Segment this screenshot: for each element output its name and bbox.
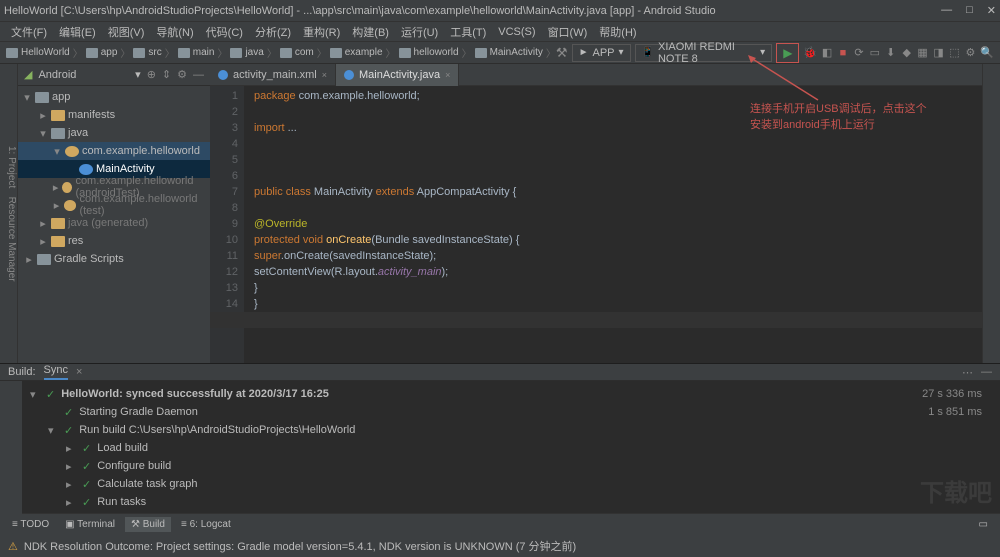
- sync-icon[interactable]: ⟳: [853, 46, 865, 60]
- crumb[interactable]: HelloWorld: [21, 47, 70, 58]
- build-gutter: [0, 381, 22, 515]
- panel-menu-icon[interactable]: ⋯: [962, 366, 973, 379]
- close-icon[interactable]: ×: [445, 70, 450, 80]
- target-icon[interactable]: ⊕: [147, 68, 156, 81]
- run-config-dropdown[interactable]: ► APP ▾: [572, 44, 631, 62]
- bottom-tabs: ≡ TODO ▣ Terminal ⚒ Build ≡ 6: Logcat ▭: [0, 513, 1000, 535]
- sync-tab[interactable]: Sync: [44, 364, 68, 380]
- gear-icon[interactable]: ⚙: [177, 68, 187, 81]
- tree-node[interactable]: ▸res: [18, 232, 210, 250]
- menu-item[interactable]: VCS(S): [493, 24, 540, 40]
- avd-icon[interactable]: ▭: [869, 46, 881, 60]
- menu-item[interactable]: 导航(N): [151, 22, 198, 42]
- minimize-icon[interactable]: —: [941, 4, 952, 17]
- t5-icon[interactable]: ⚙: [964, 46, 976, 60]
- build-log[interactable]: ▾✓HelloWorld: synced successfully at 202…: [22, 381, 1000, 515]
- t2-icon[interactable]: ▦: [917, 46, 929, 60]
- menu-item[interactable]: 构建(B): [347, 22, 394, 42]
- hammer-icon[interactable]: ⚒: [556, 45, 568, 61]
- hide-icon[interactable]: —: [193, 69, 204, 81]
- t4-icon[interactable]: ⬚: [949, 46, 961, 60]
- close-icon[interactable]: ×: [322, 70, 327, 80]
- crumb[interactable]: example: [345, 47, 383, 58]
- crumb[interactable]: com: [295, 47, 314, 58]
- menu-item[interactable]: 工具(T): [445, 22, 491, 42]
- menu-item[interactable]: 编辑(E): [54, 22, 101, 42]
- event-log[interactable]: ▭: [973, 517, 994, 532]
- tree-root[interactable]: ▾app: [18, 88, 210, 106]
- stop-icon[interactable]: ■: [837, 46, 849, 60]
- tree-node[interactable]: ▾java: [18, 124, 210, 142]
- breadcrumb: HelloWorld〉app〉src〉main〉java〉com〉example…: [6, 45, 556, 60]
- menu-item[interactable]: 分析(Z): [250, 22, 296, 42]
- right-gutter[interactable]: [982, 64, 1000, 363]
- t3-icon[interactable]: ◨: [933, 46, 945, 60]
- maximize-icon[interactable]: □: [966, 4, 973, 17]
- crumb[interactable]: main: [193, 47, 215, 58]
- menu-item[interactable]: 帮助(H): [594, 22, 641, 42]
- menu-item[interactable]: 重构(R): [298, 22, 345, 42]
- build-body: ▾✓HelloWorld: synced successfully at 202…: [0, 381, 1000, 515]
- crumb[interactable]: java: [245, 47, 263, 58]
- search-icon[interactable]: 🔍: [980, 46, 994, 60]
- crumb[interactable]: MainActivity: [490, 47, 543, 58]
- crumb[interactable]: helloworld: [414, 47, 459, 58]
- titlebar: HelloWorld [C:\Users\hp\AndroidStudioPro…: [0, 0, 1000, 22]
- tree-node[interactable]: ▸manifests: [18, 106, 210, 124]
- sidebar-title[interactable]: Android: [38, 69, 129, 81]
- crumb[interactable]: src: [148, 47, 161, 58]
- close-icon[interactable]: ✕: [987, 4, 996, 17]
- nav-toolbar: HelloWorld〉app〉src〉main〉java〉com〉example…: [0, 42, 1000, 64]
- bottom-tab[interactable]: ≡ 6: Logcat: [175, 517, 237, 532]
- sidebar-header: ◢ Android ▾ ⊕ ⇕ ⚙ —: [18, 64, 210, 86]
- chevron-down-icon[interactable]: ▾: [135, 68, 141, 81]
- tree-node[interactable]: ▸Gradle Scripts: [18, 250, 210, 268]
- status-icon: ⚠: [8, 540, 18, 553]
- build-panel: Build: Sync × ⋯ — ▾✓HelloWorld: synced s…: [0, 363, 1000, 513]
- annotation-text: 连接手机开启USB调试后，点击这个安装到android手机上运行: [750, 100, 927, 132]
- menu-item[interactable]: 代码(C): [201, 22, 248, 42]
- editor-tabs: activity_main.xml×MainActivity.java×: [210, 64, 982, 86]
- bottom-tab[interactable]: ⚒ Build: [125, 517, 171, 532]
- build-panel-header: Build: Sync × ⋯ —: [0, 364, 1000, 381]
- editor-tab[interactable]: MainActivity.java×: [336, 64, 459, 86]
- menu-item[interactable]: 文件(F): [6, 22, 52, 42]
- t1-icon[interactable]: ◆: [901, 46, 913, 60]
- panel-hide-icon[interactable]: —: [981, 366, 992, 378]
- build-label: Build:: [8, 366, 36, 378]
- collapse-icon[interactable]: ⇕: [162, 68, 171, 81]
- close-tab-icon[interactable]: ×: [76, 366, 82, 378]
- left-gutter[interactable]: 1: Project Resource Manager: [0, 64, 18, 363]
- annotation-arrow: [748, 55, 828, 105]
- status-bar: ⚠ NDK Resolution Outcome: Project settin…: [0, 535, 1000, 557]
- window-controls: — □ ✕: [941, 4, 996, 17]
- menu-item[interactable]: 运行(U): [396, 22, 443, 42]
- editor-tab[interactable]: activity_main.xml×: [210, 64, 336, 86]
- window-title: HelloWorld [C:\Users\hp\AndroidStudioPro…: [4, 5, 941, 17]
- menu-item[interactable]: 窗口(W): [543, 22, 593, 42]
- project-tree: ▾app ▸manifests▾java▾com.example.hellowo…: [18, 86, 210, 270]
- sdk-icon[interactable]: ⬇: [885, 46, 897, 60]
- watermark: 下载吧: [920, 473, 992, 508]
- status-text: NDK Resolution Outcome: Project settings…: [24, 538, 576, 554]
- bottom-tab[interactable]: ▣ Terminal: [59, 517, 121, 532]
- crumb[interactable]: app: [101, 47, 118, 58]
- bottom-tab[interactable]: ≡ TODO: [6, 517, 55, 532]
- project-sidebar: ◢ Android ▾ ⊕ ⇕ ⚙ — ▾app ▸manifests▾java…: [18, 64, 210, 363]
- menubar: 文件(F)编辑(E)视图(V)导航(N)代码(C)分析(Z)重构(R)构建(B)…: [0, 22, 1000, 42]
- android-icon: ◢: [24, 68, 32, 81]
- tree-node[interactable]: ▸com.example.helloworld (test): [18, 196, 210, 214]
- menu-item[interactable]: 视图(V): [103, 22, 150, 42]
- tree-node[interactable]: ▾com.example.helloworld: [18, 142, 210, 160]
